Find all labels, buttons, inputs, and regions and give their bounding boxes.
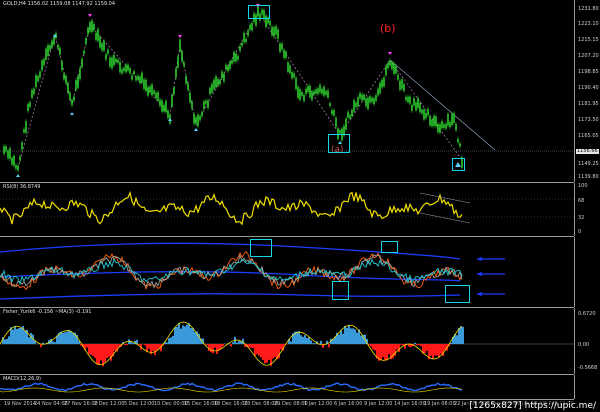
bands-box-3 [332,281,349,300]
watermark: [1265x827] https://upic.me/ [467,401,598,411]
bands-box-4 [445,285,470,303]
bands-svg [0,242,505,300]
price-tick: 1173.50 [578,117,599,123]
time-tick: 1 Jan 12:00 [304,401,333,407]
fisher-tick: 0.6720 [578,311,596,317]
time-tick: 9 Jan 12:00 [364,401,393,407]
price-chart-svg [0,3,574,177]
time-tick: 15 Dec 16:00 [184,401,218,407]
time-tick: 19 Jan 08:00 [424,401,456,407]
bottom-scale [574,375,600,399]
time-tick: 2 Dec 12:00 [94,401,125,407]
bottom-svg [0,382,463,393]
price-tick: 1223.10 [578,21,599,27]
highlight-box-current [452,158,465,171]
rsi-tick: 100 [578,183,588,189]
price-tick: 1198.85 [578,69,599,75]
time-tick: 10 Dec 00:00 [154,401,188,407]
bands-pane[interactable] [0,237,574,308]
time-tick: 5 Dec 12:00 [124,401,155,407]
rsi-tick: 0 [578,229,582,235]
bands-box-2 [381,241,398,253]
fisher-pane[interactable]: Fisher_Yurik6 -0.156 ~MA(3) -0.191 [0,308,574,375]
fisher-scale: 0.6720 0.00 -0.5668 [574,308,600,374]
wave-label-b: (b) [380,22,396,35]
time-tick: 27 Nov 16:00 [64,401,98,407]
bands-box-1 [250,239,272,257]
rsi-tick: 32 [578,215,585,221]
time-tick: 14 Jan 16:00 [394,401,426,407]
rsi-scale: 100 68 32 0 [574,183,600,236]
price-tick: 1149.25 [578,161,599,167]
time-tick: 19 Nov 2014 [4,401,37,407]
price-tick: 1181.95 [578,101,599,107]
fisher-tick: 0.00 [578,342,590,348]
price-tick: 1231.80 [578,6,599,12]
fisher-tick: -0.5668 [578,365,598,371]
price-tick: 1207.20 [578,53,599,59]
highlight-box-top [248,5,270,19]
price-tick-current: 1156.66 [576,148,599,154]
time-tick: 6 Jan 16:00 [334,401,363,407]
rsi-pane[interactable]: RSI(8) 36.8749 [0,183,574,237]
price-tick: 1190.40 [578,85,599,91]
time-tick: 23 Dec 08:00 [244,401,278,407]
bands-scale [574,237,600,307]
fisher-svg [0,321,574,367]
highlight-box-a [328,134,350,153]
price-tick: 1139.80 [578,174,599,180]
price-chart-pane[interactable]: GOLD,H4 1156.02 1159.08 1147.92 1159.04 … [0,0,574,183]
rsi-svg [0,190,574,226]
price-scale: 1231.80 1223.10 1215.15 1207.20 1198.85 … [574,0,600,182]
bottom-pane[interactable]: MACD(12,26,9) [0,375,574,400]
price-tick: 1165.05 [578,133,599,139]
time-tick: 24 Nov 04:00 [34,401,68,407]
rsi-tick: 68 [578,198,585,204]
price-tick: 1215.15 [578,37,599,43]
time-tick: 29 Dec 08:00 [274,401,308,407]
time-tick: 18 Dec 16:00 [214,401,248,407]
